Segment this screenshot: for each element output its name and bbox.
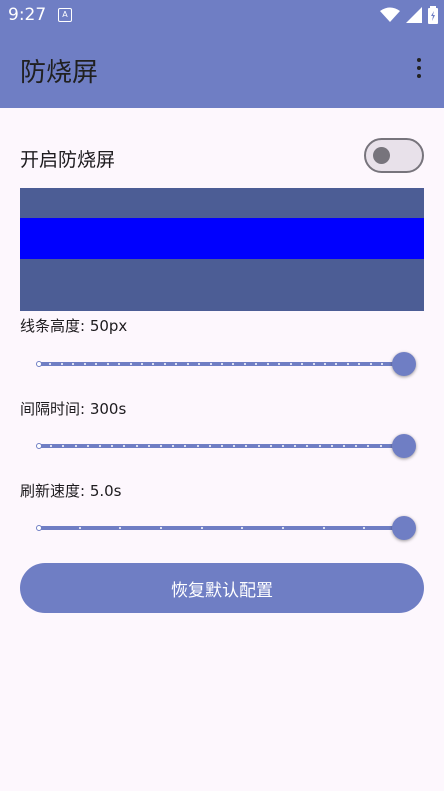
signal-icon (406, 7, 422, 23)
slider-tick (86, 445, 89, 447)
slider-tick (381, 363, 384, 365)
slider-tick (152, 363, 155, 365)
line-height-slider[interactable] (36, 352, 418, 376)
slider-tick (369, 363, 372, 365)
slider-tick (74, 445, 77, 447)
slider-tick (367, 445, 370, 447)
wifi-icon (380, 7, 400, 22)
slider-tick (289, 363, 292, 365)
page-title: 防烧屏 (20, 58, 99, 88)
burn-protect-switch[interactable] (364, 138, 424, 173)
slider-tick (245, 445, 248, 447)
toggle-label: 开启防烧屏 (20, 149, 116, 171)
battery-icon (428, 6, 438, 24)
slider-tick (282, 527, 284, 529)
slider-tick (343, 445, 345, 447)
slider-tick (62, 445, 65, 447)
app-bar: 防烧屏 (0, 30, 444, 108)
burn-protect-toggle-row: 开启防烧屏 (20, 138, 424, 178)
more-vert-icon[interactable] (416, 58, 422, 80)
slider-tick (196, 445, 199, 447)
slider-tick (355, 445, 358, 447)
slider-tick (306, 445, 309, 447)
slider-tick (278, 363, 281, 365)
slider-tick (318, 445, 321, 447)
slider-tick (379, 445, 382, 447)
slider-tick (198, 363, 201, 365)
slider-tick (83, 363, 86, 365)
slider-tick (346, 363, 349, 365)
slider-tick (163, 363, 166, 365)
slider-tick (330, 445, 333, 447)
status-bar: 9:27 A (0, 0, 444, 30)
slider-tick (243, 363, 246, 365)
status-icons (380, 6, 438, 24)
refresh-speed-label: 刷新速度: 5.0s (20, 482, 122, 500)
slider-tick (160, 527, 162, 529)
slider-tick (322, 527, 325, 529)
slider-tick (72, 363, 75, 365)
line-preview (20, 188, 424, 311)
slider-tick (200, 527, 203, 529)
slider-tick (312, 363, 315, 365)
slider-tick (358, 363, 361, 365)
slider-tick (172, 445, 175, 447)
slider-tick (106, 363, 109, 365)
slider-tick (118, 363, 121, 365)
slider-tick (282, 445, 284, 447)
slider-tick (123, 445, 126, 447)
slider-tick (95, 363, 98, 365)
interval-slider[interactable] (36, 434, 418, 458)
slider-tick (50, 445, 53, 447)
reset-defaults-button[interactable]: 恢复默认配置 (20, 563, 424, 613)
slider-tick (129, 363, 132, 365)
slider-tick (294, 445, 297, 447)
slider-thumb[interactable] (392, 434, 416, 458)
slider-tick (221, 363, 223, 365)
slider-tick (49, 363, 52, 365)
slider-tick (323, 363, 326, 365)
notification-icon: A (58, 8, 72, 22)
slider-tick (233, 445, 236, 447)
slider-tick (140, 363, 143, 365)
slider-tick (269, 445, 272, 447)
slider-tick (255, 363, 258, 365)
slider-tick (301, 363, 304, 365)
slider-tick (175, 363, 178, 365)
slider-tick (221, 445, 223, 447)
slider-tick (99, 445, 101, 447)
slider-thumb[interactable] (392, 352, 416, 376)
slider-tick (363, 527, 366, 529)
slider-tick (209, 363, 212, 365)
interval-label: 间隔时间: 300s (20, 400, 127, 418)
slider-tick (186, 363, 189, 365)
slider-tick (60, 363, 63, 365)
slider-tick (78, 527, 81, 529)
slider-tick (232, 363, 235, 365)
slider-tick (111, 445, 114, 447)
slider-tick (335, 363, 338, 365)
slider-tick (119, 527, 122, 529)
slider-tick (135, 445, 138, 447)
refresh-speed-slider[interactable] (36, 516, 418, 540)
switch-knob (373, 147, 390, 164)
slider-tick (266, 363, 269, 365)
slider-tick (160, 445, 162, 447)
slider-tick (184, 445, 187, 447)
slider-tick (257, 445, 260, 447)
preview-line (20, 218, 424, 259)
slider-thumb[interactable] (392, 516, 416, 540)
status-time: 9:27 (8, 5, 47, 25)
line-height-label: 线条高度: 50px (20, 317, 128, 335)
slider-tick (208, 445, 211, 447)
slider-tick (147, 445, 150, 447)
slider-tick (241, 527, 244, 529)
